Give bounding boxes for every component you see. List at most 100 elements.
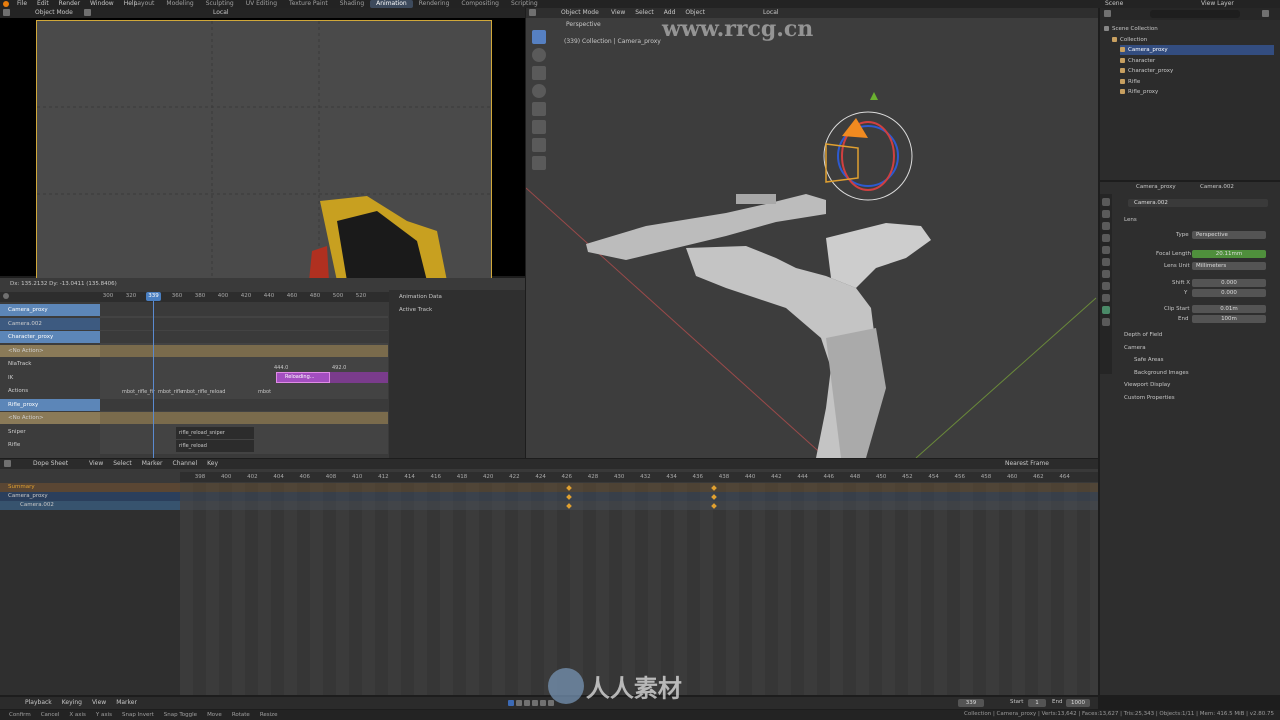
constraint-icon[interactable] (1102, 294, 1110, 302)
properties-panel-depth-of-field[interactable]: Depth of Field (1124, 331, 1162, 340)
search-icon[interactable] (3, 293, 9, 299)
properties-panel-safe-areas[interactable]: Safe Areas (1134, 356, 1163, 365)
texture-icon[interactable] (1102, 318, 1110, 326)
nla-channel-camera-proxy[interactable]: Camera_proxy (0, 304, 100, 316)
camera-data-icon[interactable] (1102, 306, 1110, 314)
menu-file[interactable]: File (12, 0, 32, 8)
focal-length-field[interactable]: 20.11mm (1192, 250, 1266, 258)
scene-label[interactable]: Scene (1100, 0, 1128, 8)
nla-channel-camera-002[interactable]: Camera.002 (0, 317, 100, 330)
nla-action-strip-2[interactable]: mbot_rifle (158, 387, 183, 397)
properties-breadcrumb-object[interactable]: Camera_proxy (1136, 183, 1176, 192)
jump-keyframe-back-icon[interactable] (515, 699, 522, 706)
nla-current-frame[interactable]: 339 (146, 292, 161, 301)
workspace-tab-sculpting[interactable]: Sculpting (200, 0, 240, 8)
dopesheet-mode-dropdown[interactable]: Dope Sheet (28, 460, 73, 468)
ds-channel-summary[interactable]: Summary (0, 483, 180, 492)
properties-panel-camera[interactable]: Camera (1124, 344, 1146, 353)
nla-editor[interactable]: Dx: 135.2132 Dy: -13.0411 (135.8406) 300… (0, 278, 525, 458)
nla-channel-ik[interactable]: IK (0, 371, 100, 384)
menu-render[interactable]: Render (54, 0, 85, 8)
render-icon[interactable] (1102, 210, 1110, 218)
workspace-tab-animation[interactable]: Animation (370, 0, 413, 8)
menu-icon[interactable] (84, 9, 91, 16)
nla-channel-nlatrack[interactable]: NlaTrack (0, 358, 100, 370)
nla-channel-actions[interactable]: Actions (0, 385, 100, 397)
camera-data-name-field[interactable]: Camera.002 (1128, 199, 1268, 207)
3d-viewport[interactable]: Object Mode View Select Add Object Local Pe… (526, 8, 1098, 458)
timeline-menu-marker[interactable]: Marker (111, 699, 142, 707)
ds-channel-camera-data[interactable]: Camera.002 (0, 501, 180, 510)
outliner-item-camera-proxy[interactable]: Camera_proxy (1120, 45, 1274, 55)
workspace-tab-scripting[interactable]: Scripting (505, 0, 544, 8)
dope-sheet[interactable]: Dope Sheet View Select Marker Channel Key Ne… (0, 459, 1098, 695)
nla-channel-rifle[interactable]: Rifle (0, 439, 100, 451)
play-reverse-icon[interactable] (523, 699, 530, 706)
properties-panel-custom-properties[interactable]: Custom Properties (1124, 394, 1175, 403)
outliner-item-scene-collection[interactable]: Scene Collection (1104, 24, 1274, 34)
timeline-start-field[interactable]: 1 (1028, 699, 1046, 707)
outliner-item-character[interactable]: Character (1120, 56, 1274, 66)
nla-channel-no-action[interactable]: <No Action> (0, 412, 100, 424)
object-icon[interactable] (1102, 270, 1110, 278)
nla-tab-animation-data[interactable]: Animation Data (399, 293, 442, 302)
outliner-editor-icon[interactable] (1104, 10, 1111, 17)
view-layer-icon[interactable] (1102, 234, 1110, 242)
ds-channel-camera-proxy[interactable]: Camera_proxy (0, 492, 180, 501)
outliner-search-field[interactable] (1150, 10, 1240, 18)
camera-orientation-dropdown[interactable]: Local (208, 9, 234, 17)
nla-channel-no-action[interactable]: <No Action> (0, 344, 100, 357)
jump-start-icon[interactable] (508, 699, 514, 706)
outliner-item-collection[interactable]: Collection (1112, 35, 1274, 45)
dopesheet-menu-key[interactable]: Key (202, 460, 223, 468)
nla-sniper-strip[interactable]: rifle_reload_sniper (176, 427, 254, 439)
workspace-tab-layout[interactable]: Layout (128, 0, 160, 8)
dopesheet-keyframe-area[interactable] (180, 483, 1098, 695)
timeline-end-field[interactable]: 1000 (1066, 699, 1090, 707)
nla-action-strip-3[interactable]: mbot_rifle_reload (182, 387, 225, 397)
jump-keyframe-forward-icon[interactable] (539, 699, 546, 706)
dopesheet-snap-dropdown[interactable]: Nearest Frame (1000, 460, 1054, 468)
nla-tab-active-track[interactable]: Active Track (399, 306, 432, 315)
nla-action-strip-4[interactable]: mbot (258, 387, 271, 397)
outliner[interactable]: Scene Collection Collection Camera_proxy Ch… (1100, 8, 1280, 180)
nla-strip-area[interactable]: Reloading... 444.0 492.0 mbot_rifle_fir … (100, 304, 388, 454)
editor-type-icon[interactable] (3, 9, 10, 16)
shift-x-field[interactable]: 0.000 (1192, 279, 1266, 287)
outliner-item-rifle-proxy[interactable]: Rifle_proxy (1120, 87, 1274, 97)
workspace-tab-rendering[interactable]: Rendering (413, 0, 456, 8)
nla-channel-character-proxy[interactable]: Character_proxy (0, 331, 100, 343)
outliner-item-rifle[interactable]: Rifle (1120, 77, 1274, 87)
dopesheet-menu-select[interactable]: Select (108, 460, 137, 468)
type-dropdown[interactable]: Perspective (1192, 231, 1266, 239)
blender-logo-icon[interactable] (3, 1, 9, 7)
view-layer-label[interactable]: View Layer (1196, 0, 1239, 8)
scene-icon[interactable] (1102, 246, 1110, 254)
workspace-tab-texture-paint[interactable]: Texture Paint (283, 0, 334, 8)
workspace-tab-modeling[interactable]: Modeling (160, 0, 199, 8)
dopesheet-menu-view[interactable]: View (84, 460, 108, 468)
clip-start-field[interactable]: 0.01m (1192, 305, 1266, 313)
camera-view-editor[interactable]: Object Mode Local (0, 8, 525, 280)
nla-search[interactable] (0, 292, 100, 302)
workspace-tab-uv-editing[interactable]: UV Editing (240, 0, 283, 8)
nla-channel-sniper[interactable]: Sniper (0, 425, 100, 438)
lens-unit-dropdown[interactable]: Millimeters (1192, 262, 1266, 270)
dopesheet-editor-type-icon[interactable] (4, 460, 11, 467)
nla-strip-active[interactable]: Reloading... (276, 372, 330, 383)
workspace-tab-compositing[interactable]: Compositing (455, 0, 505, 8)
lens-panel-header[interactable]: Lens (1124, 216, 1137, 225)
timeline-menu-playback[interactable]: Playback (20, 699, 57, 707)
nla-channel-rifle-proxy[interactable]: Rifle_proxy (0, 398, 100, 411)
dopesheet-menu-channel[interactable]: Channel (168, 460, 203, 468)
timeline-menu-keying[interactable]: Keying (57, 699, 87, 707)
nla-action-strip-1[interactable]: mbot_rifle_fir (122, 387, 155, 397)
camera-mode-dropdown[interactable]: Object Mode (30, 9, 78, 17)
output-icon[interactable] (1102, 222, 1110, 230)
world-icon[interactable] (1102, 258, 1110, 266)
properties-editor[interactable]: Camera_proxy Camera.002 Camera.002 Lens … (1100, 182, 1280, 695)
nla-rifle-strip[interactable]: rifle_reload (176, 440, 254, 452)
nla-playhead[interactable] (153, 292, 154, 458)
modifier-icon[interactable] (1102, 282, 1110, 290)
timeline-current-frame[interactable]: 339 (958, 699, 984, 707)
